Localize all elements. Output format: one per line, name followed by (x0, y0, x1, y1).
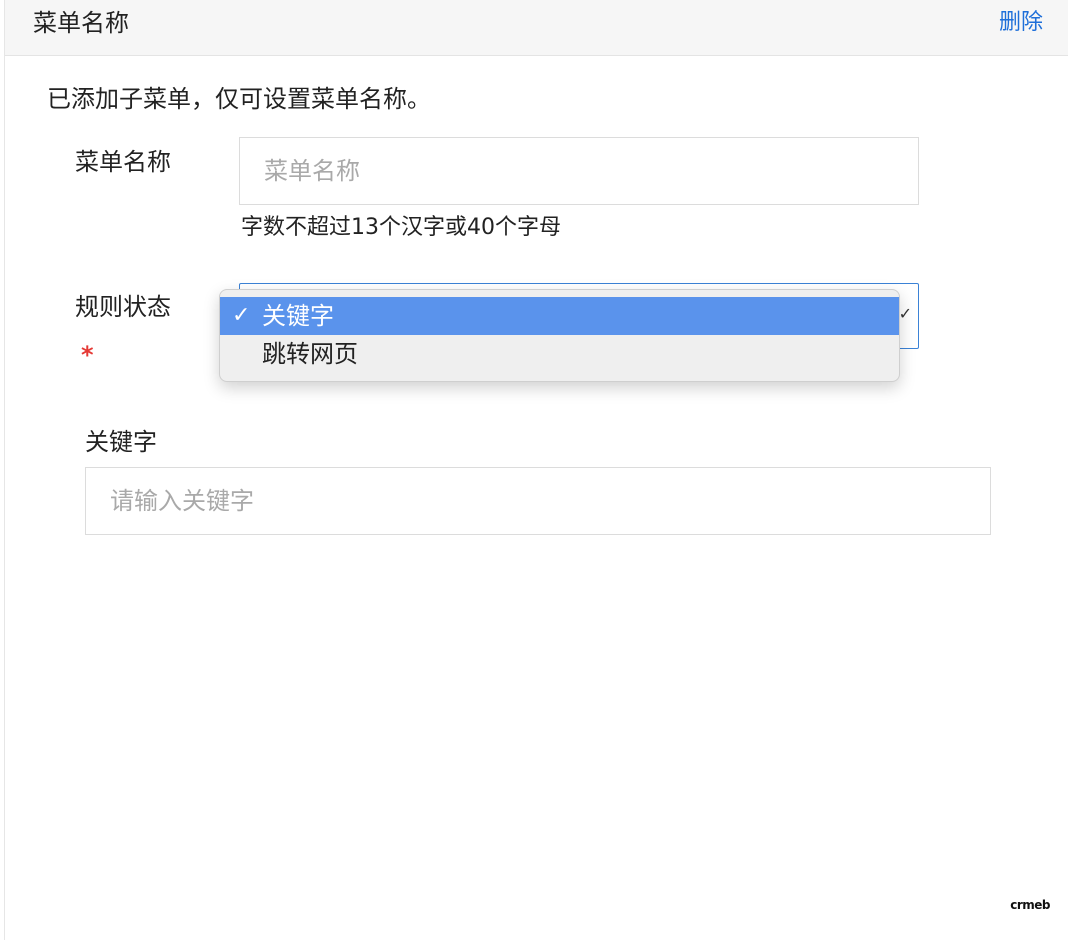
menu-name-input[interactable] (239, 137, 919, 205)
dropdown-option-webpage[interactable]: 跳转网页 (220, 335, 899, 373)
rule-status-label: 规则状态 * (75, 283, 171, 379)
rule-status-dropdown: ✓ 关键字 跳转网页 (219, 289, 900, 382)
chevron-down-icon: ✓ (898, 304, 912, 323)
check-icon: ✓ (232, 303, 251, 328)
menu-editor-panel: 菜单名称 删除 已添加子菜单，仅可设置菜单名称。 菜单名称 字数不超过13个汉字… (4, 0, 1068, 940)
menu-name-label: 菜单名称 (75, 148, 171, 176)
panel-title: 菜单名称 (33, 9, 129, 37)
keyword-label: 关键字 (85, 428, 157, 456)
required-mark: * (81, 341, 94, 369)
crmeb-logo: crmeb (1010, 898, 1050, 912)
dropdown-option-keyword[interactable]: ✓ 关键字 (220, 297, 899, 335)
dropdown-option-label: 跳转网页 (262, 340, 358, 368)
panel-header: 菜单名称 删除 (5, 0, 1068, 56)
menu-name-hint: 字数不超过13个汉字或40个字母 (241, 215, 561, 240)
dropdown-option-label: 关键字 (262, 302, 334, 330)
submenu-notice: 已添加子菜单，仅可设置菜单名称。 (47, 85, 431, 113)
keyword-input[interactable] (85, 467, 991, 535)
delete-button[interactable]: 删除 (999, 8, 1043, 38)
rule-status-label-text: 规则状态 (75, 293, 171, 321)
